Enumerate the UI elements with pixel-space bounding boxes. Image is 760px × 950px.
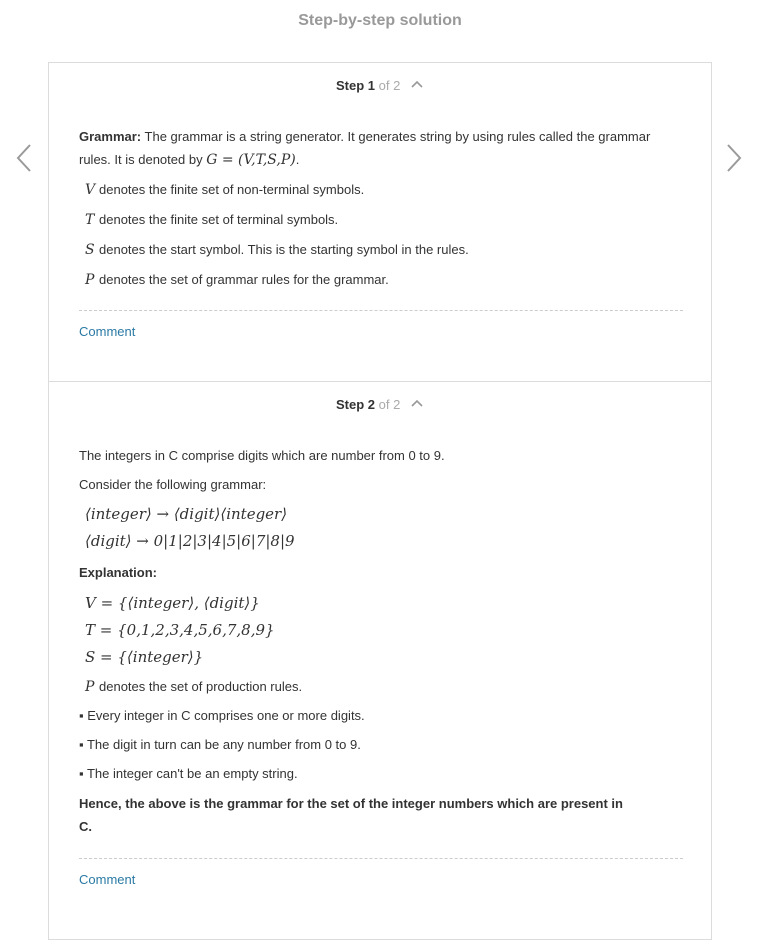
chevron-up-icon[interactable] bbox=[410, 396, 424, 407]
definition-text: denotes the set of grammar rules for the… bbox=[99, 272, 389, 287]
explanation-heading: Explanation: bbox=[79, 565, 158, 580]
set-definition: S = {⟨integer⟩} bbox=[85, 648, 204, 666]
grammar-rules: ⟨integer⟩ → ⟨digit⟩⟨integer⟩ ⟨digit⟩ → 0… bbox=[79, 501, 683, 555]
comment-link[interactable]: Comment bbox=[79, 872, 135, 887]
grammar-rule: ⟨digit⟩ → 0|1|2|3|4|5|6|7|8|9 bbox=[85, 532, 295, 550]
definition-symbol: S bbox=[85, 242, 95, 258]
step-label: Step 2 bbox=[336, 397, 376, 412]
step-label: Step 1 bbox=[336, 78, 376, 93]
step-divider bbox=[79, 858, 683, 859]
conclusion: Hence, the above is the grammar for the … bbox=[79, 796, 623, 834]
definition-text: denotes the finite set of terminal symbo… bbox=[99, 212, 339, 227]
production-rules-row: Pdenotes the set of production rules. bbox=[79, 675, 683, 699]
intro-text: The grammar is a string generator. It ge… bbox=[79, 129, 651, 167]
definition-row: Tdenotes the finite set of terminal symb… bbox=[79, 208, 683, 232]
integers-description: The integers in C comprise digits which … bbox=[79, 448, 445, 463]
step-1-header[interactable]: Step 1 of 2 bbox=[49, 77, 711, 93]
intro-math: G = (V,T,S,P) bbox=[206, 152, 296, 168]
step-count: of 2 bbox=[378, 397, 401, 412]
step-1: Step 1 of 2 Grammar: The grammar is a st… bbox=[49, 63, 711, 382]
step-2-body: The integers in C comprise digits which … bbox=[79, 444, 683, 887]
list-item: ▪ The digit in turn can be any number fr… bbox=[79, 737, 361, 752]
chevron-up-icon[interactable] bbox=[410, 77, 424, 88]
definition-symbol: P bbox=[85, 679, 95, 695]
definition-row: Pdenotes the set of grammar rules for th… bbox=[79, 268, 683, 292]
set-definition: V = {⟨integer⟩, ⟨digit⟩} bbox=[85, 594, 260, 612]
step-2-header[interactable]: Step 2 of 2 bbox=[49, 396, 711, 412]
definition-row: Vdenotes the finite set of non-terminal … bbox=[79, 178, 683, 202]
grammar-sets: V = {⟨integer⟩, ⟨digit⟩} T = {0,1,2,3,4,… bbox=[79, 590, 683, 671]
definition-text: denotes the set of production rules. bbox=[99, 679, 303, 694]
grammar-intro: Grammar: The grammar is a string generat… bbox=[79, 125, 683, 172]
step-count: of 2 bbox=[378, 78, 401, 93]
step-1-body: Grammar: The grammar is a string generat… bbox=[79, 125, 683, 339]
definition-symbol: P bbox=[85, 272, 95, 288]
definition-row: Sdenotes the start symbol. This is the s… bbox=[79, 238, 683, 262]
bullet-list: ▪ Every integer in C comprises one or mo… bbox=[79, 701, 683, 788]
definition-symbol: V bbox=[85, 182, 96, 198]
grammar-rule: ⟨integer⟩ → ⟨digit⟩⟨integer⟩ bbox=[85, 505, 288, 523]
page-title: Step-by-step solution bbox=[298, 12, 462, 29]
step-2: Step 2 of 2 The integers in C comprise d… bbox=[49, 382, 711, 939]
list-item: ▪ The integer can't be an empty string. bbox=[79, 766, 298, 781]
step-divider bbox=[79, 310, 683, 311]
definition-text: denotes the finite set of non-terminal s… bbox=[99, 182, 365, 197]
intro-heading: Grammar: bbox=[79, 129, 142, 144]
set-definition: T = {0,1,2,3,4,5,6,7,8,9} bbox=[85, 621, 275, 639]
solution-card: Step 1 of 2 Grammar: The grammar is a st… bbox=[48, 62, 712, 940]
next-arrow-icon[interactable] bbox=[724, 142, 744, 174]
list-item: ▪ Every integer in C comprises one or mo… bbox=[79, 708, 365, 723]
previous-arrow-icon[interactable] bbox=[14, 142, 34, 174]
definition-text: denotes the start symbol. This is the st… bbox=[99, 242, 469, 257]
definition-symbol: T bbox=[85, 212, 95, 228]
comment-link[interactable]: Comment bbox=[79, 324, 135, 339]
consider-grammar: Consider the following grammar: bbox=[79, 477, 267, 492]
intro-end: . bbox=[295, 152, 300, 167]
